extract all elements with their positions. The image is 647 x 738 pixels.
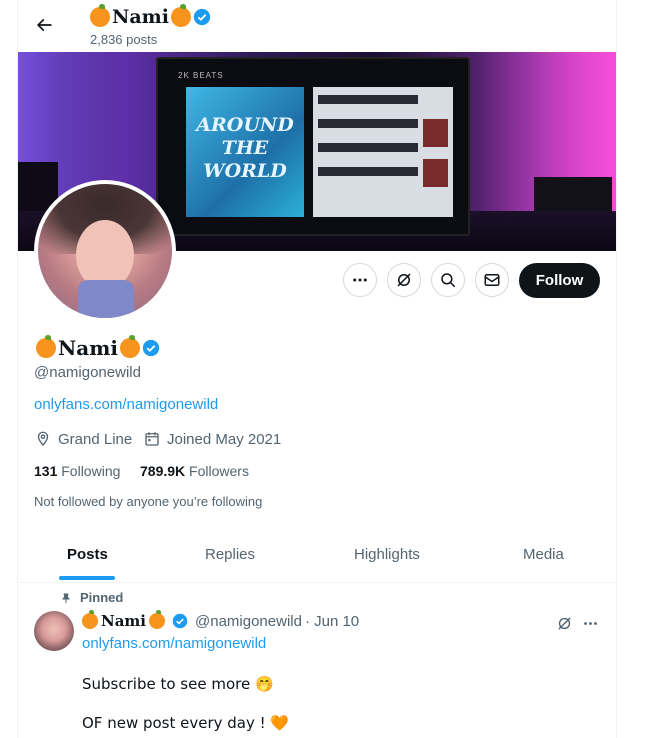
- orange-emoji-icon: [82, 610, 98, 629]
- post-author-name[interactable]: Nami: [101, 612, 146, 630]
- post-author-avatar[interactable]: [34, 611, 74, 651]
- following-label: Following: [61, 463, 121, 479]
- grok-button[interactable]: [387, 263, 421, 297]
- post-author-handle[interactable]: @namigonewild: [195, 613, 302, 630]
- tab-media[interactable]: Media: [523, 546, 564, 563]
- tab-posts[interactable]: Posts: [67, 546, 108, 563]
- more-dots-icon: [583, 621, 597, 625]
- tab-replies[interactable]: Replies: [205, 546, 255, 563]
- calendar-icon: [145, 432, 159, 446]
- profile-website-link[interactable]: onlyfans.com/namigonewild: [34, 396, 218, 413]
- profile-location: Grand Line: [34, 430, 132, 448]
- profile-handle: @namigonewild: [34, 364, 141, 381]
- monitor-top-text: 2K BEATS: [178, 71, 224, 80]
- location-pin-icon: [37, 431, 49, 446]
- post-header: Nami @namigonewild · Jun 10: [82, 610, 359, 630]
- profile-name-text: Nami: [58, 336, 118, 360]
- grok-slash-icon: [557, 616, 571, 630]
- monitor-track-row: [318, 95, 418, 104]
- orange-emoji-icon: [36, 335, 56, 358]
- verified-badge-icon: [193, 8, 211, 26]
- more-dots-icon: [353, 278, 367, 282]
- monitor-track-row: [318, 119, 418, 128]
- followers-count: 789.9K: [140, 463, 186, 479]
- post-more-button[interactable]: [580, 613, 600, 633]
- orange-emoji-icon: [149, 610, 165, 629]
- monitor-thumb: [423, 159, 448, 187]
- pin-icon: [62, 593, 70, 603]
- not-followed-text: Not followed by anyone you’re following: [34, 494, 263, 509]
- search-icon: [441, 273, 456, 288]
- follow-button[interactable]: Follow: [519, 263, 600, 298]
- post-text-line-1: Subscribe to see more 🤭: [82, 675, 274, 693]
- post-text-line-2: OF new post every day ! 🧡: [82, 714, 290, 732]
- back-arrow-icon[interactable]: [34, 15, 54, 35]
- post-grok-button[interactable]: [554, 613, 574, 633]
- profile-avatar[interactable]: [34, 180, 176, 322]
- header-display-name: Nami: [90, 4, 211, 28]
- monitor-album-text: AROUND THE WORLD: [196, 114, 294, 182]
- verified-badge-icon[interactable]: [172, 613, 188, 629]
- orange-emoji-icon: [120, 335, 140, 358]
- envelope-icon: [484, 274, 500, 286]
- following-stat[interactable]: 131 Following: [34, 463, 120, 479]
- orange-emoji-icon: [171, 4, 191, 27]
- pinned-text: Pinned: [80, 590, 124, 605]
- joined-text: Joined May 2021: [167, 430, 282, 448]
- post-link[interactable]: onlyfans.com/namigonewild: [82, 635, 266, 652]
- profile-tabs: Posts Replies Highlights Media: [18, 529, 616, 583]
- more-button[interactable]: [343, 263, 377, 297]
- search-button[interactable]: [431, 263, 465, 297]
- grok-slash-icon: [397, 273, 411, 287]
- header-post-count: 2,836 posts: [90, 32, 158, 47]
- profile-display-name: Nami: [36, 335, 160, 360]
- followers-stat[interactable]: 789.9K Followers: [140, 463, 249, 479]
- monitor-track-panel: [313, 87, 453, 217]
- post-date[interactable]: · Jun 10: [305, 613, 359, 630]
- location-text: Grand Line: [58, 430, 133, 448]
- followers-label: Followers: [189, 463, 249, 479]
- following-count: 131: [34, 463, 58, 479]
- header-name-text: Nami: [112, 6, 169, 28]
- pinned-label: Pinned: [60, 590, 123, 605]
- profile-joined: Joined May 2021: [143, 430, 281, 448]
- column-border-right: [616, 0, 617, 738]
- monitor-track-row: [318, 167, 418, 176]
- tab-highlights[interactable]: Highlights: [354, 546, 420, 563]
- message-button[interactable]: [475, 263, 509, 297]
- orange-emoji-icon: [90, 4, 110, 27]
- avatar-image: [38, 184, 172, 318]
- monitor-thumb: [423, 119, 448, 147]
- banner-monitor: 2K BEATS AROUND THE WORLD: [156, 57, 470, 236]
- active-tab-indicator: [59, 576, 115, 580]
- verified-badge-icon[interactable]: [142, 339, 160, 357]
- monitor-track-row: [318, 143, 418, 152]
